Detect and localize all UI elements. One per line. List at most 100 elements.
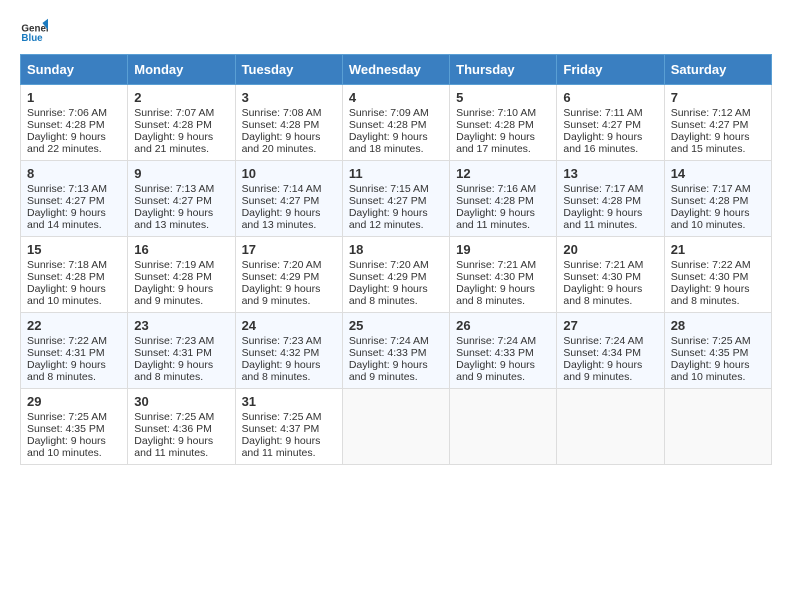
sunset-text: Sunset: 4:34 PM [563, 347, 657, 359]
calendar-cell: 11Sunrise: 7:15 AMSunset: 4:27 PMDayligh… [342, 161, 449, 237]
calendar-cell: 10Sunrise: 7:14 AMSunset: 4:27 PMDayligh… [235, 161, 342, 237]
calendar-cell: 25Sunrise: 7:24 AMSunset: 4:33 PMDayligh… [342, 313, 449, 389]
daylight-text: Daylight: 9 hours and 8 minutes. [349, 283, 443, 307]
day-number: 30 [134, 394, 228, 409]
day-number: 31 [242, 394, 336, 409]
svg-text:Blue: Blue [21, 33, 43, 44]
day-number: 16 [134, 242, 228, 257]
calendar-cell: 19Sunrise: 7:21 AMSunset: 4:30 PMDayligh… [450, 237, 557, 313]
col-header-saturday: Saturday [664, 55, 771, 85]
sunset-text: Sunset: 4:27 PM [671, 119, 765, 131]
day-number: 14 [671, 166, 765, 181]
sunrise-text: Sunrise: 7:24 AM [349, 335, 443, 347]
sunrise-text: Sunrise: 7:22 AM [671, 259, 765, 271]
col-header-monday: Monday [128, 55, 235, 85]
day-number: 22 [27, 318, 121, 333]
daylight-text: Daylight: 9 hours and 10 minutes. [27, 283, 121, 307]
calendar-cell: 29Sunrise: 7:25 AMSunset: 4:35 PMDayligh… [21, 389, 128, 465]
col-header-wednesday: Wednesday [342, 55, 449, 85]
calendar-cell [450, 389, 557, 465]
daylight-text: Daylight: 9 hours and 9 minutes. [563, 359, 657, 383]
daylight-text: Daylight: 9 hours and 8 minutes. [671, 283, 765, 307]
sunrise-text: Sunrise: 7:25 AM [27, 411, 121, 423]
sunset-text: Sunset: 4:27 PM [27, 195, 121, 207]
daylight-text: Daylight: 9 hours and 22 minutes. [27, 131, 121, 155]
col-header-sunday: Sunday [21, 55, 128, 85]
sunrise-text: Sunrise: 7:23 AM [242, 335, 336, 347]
calendar-cell: 2Sunrise: 7:07 AMSunset: 4:28 PMDaylight… [128, 85, 235, 161]
calendar-table: SundayMondayTuesdayWednesdayThursdayFrid… [20, 54, 772, 465]
daylight-text: Daylight: 9 hours and 9 minutes. [242, 283, 336, 307]
daylight-text: Daylight: 9 hours and 21 minutes. [134, 131, 228, 155]
daylight-text: Daylight: 9 hours and 12 minutes. [349, 207, 443, 231]
daylight-text: Daylight: 9 hours and 9 minutes. [349, 359, 443, 383]
calendar-cell [342, 389, 449, 465]
calendar-cell: 7Sunrise: 7:12 AMSunset: 4:27 PMDaylight… [664, 85, 771, 161]
daylight-text: Daylight: 9 hours and 8 minutes. [563, 283, 657, 307]
sunrise-text: Sunrise: 7:12 AM [671, 107, 765, 119]
sunset-text: Sunset: 4:27 PM [349, 195, 443, 207]
sunset-text: Sunset: 4:35 PM [671, 347, 765, 359]
daylight-text: Daylight: 9 hours and 11 minutes. [242, 435, 336, 459]
calendar-cell: 5Sunrise: 7:10 AMSunset: 4:28 PMDaylight… [450, 85, 557, 161]
daylight-text: Daylight: 9 hours and 20 minutes. [242, 131, 336, 155]
calendar-cell: 17Sunrise: 7:20 AMSunset: 4:29 PMDayligh… [235, 237, 342, 313]
sunrise-text: Sunrise: 7:23 AM [134, 335, 228, 347]
day-number: 2 [134, 90, 228, 105]
col-header-thursday: Thursday [450, 55, 557, 85]
daylight-text: Daylight: 9 hours and 10 minutes. [27, 435, 121, 459]
calendar-cell: 3Sunrise: 7:08 AMSunset: 4:28 PMDaylight… [235, 85, 342, 161]
calendar-cell: 18Sunrise: 7:20 AMSunset: 4:29 PMDayligh… [342, 237, 449, 313]
daylight-text: Daylight: 9 hours and 8 minutes. [242, 359, 336, 383]
sunset-text: Sunset: 4:30 PM [563, 271, 657, 283]
day-number: 9 [134, 166, 228, 181]
day-number: 4 [349, 90, 443, 105]
daylight-text: Daylight: 9 hours and 13 minutes. [242, 207, 336, 231]
sunrise-text: Sunrise: 7:16 AM [456, 183, 550, 195]
sunrise-text: Sunrise: 7:17 AM [671, 183, 765, 195]
daylight-text: Daylight: 9 hours and 11 minutes. [456, 207, 550, 231]
day-number: 18 [349, 242, 443, 257]
day-number: 15 [27, 242, 121, 257]
calendar-cell: 23Sunrise: 7:23 AMSunset: 4:31 PMDayligh… [128, 313, 235, 389]
calendar-cell: 8Sunrise: 7:13 AMSunset: 4:27 PMDaylight… [21, 161, 128, 237]
calendar-cell: 16Sunrise: 7:19 AMSunset: 4:28 PMDayligh… [128, 237, 235, 313]
day-number: 26 [456, 318, 550, 333]
sunrise-text: Sunrise: 7:22 AM [27, 335, 121, 347]
calendar-cell [664, 389, 771, 465]
daylight-text: Daylight: 9 hours and 9 minutes. [134, 283, 228, 307]
sunset-text: Sunset: 4:37 PM [242, 423, 336, 435]
sunrise-text: Sunrise: 7:25 AM [242, 411, 336, 423]
calendar-cell: 24Sunrise: 7:23 AMSunset: 4:32 PMDayligh… [235, 313, 342, 389]
sunset-text: Sunset: 4:27 PM [242, 195, 336, 207]
day-number: 23 [134, 318, 228, 333]
calendar-cell: 6Sunrise: 7:11 AMSunset: 4:27 PMDaylight… [557, 85, 664, 161]
sunrise-text: Sunrise: 7:15 AM [349, 183, 443, 195]
sunset-text: Sunset: 4:33 PM [349, 347, 443, 359]
calendar-cell: 28Sunrise: 7:25 AMSunset: 4:35 PMDayligh… [664, 313, 771, 389]
sunset-text: Sunset: 4:28 PM [134, 119, 228, 131]
daylight-text: Daylight: 9 hours and 8 minutes. [27, 359, 121, 383]
sunset-text: Sunset: 4:29 PM [349, 271, 443, 283]
sunset-text: Sunset: 4:27 PM [134, 195, 228, 207]
calendar-week-row: 22Sunrise: 7:22 AMSunset: 4:31 PMDayligh… [21, 313, 772, 389]
day-number: 13 [563, 166, 657, 181]
col-header-friday: Friday [557, 55, 664, 85]
sunrise-text: Sunrise: 7:11 AM [563, 107, 657, 119]
calendar-cell: 13Sunrise: 7:17 AMSunset: 4:28 PMDayligh… [557, 161, 664, 237]
daylight-text: Daylight: 9 hours and 10 minutes. [671, 359, 765, 383]
calendar-cell: 27Sunrise: 7:24 AMSunset: 4:34 PMDayligh… [557, 313, 664, 389]
sunrise-text: Sunrise: 7:21 AM [456, 259, 550, 271]
calendar-header-row: SundayMondayTuesdayWednesdayThursdayFrid… [21, 55, 772, 85]
calendar-cell: 22Sunrise: 7:22 AMSunset: 4:31 PMDayligh… [21, 313, 128, 389]
day-number: 10 [242, 166, 336, 181]
sunset-text: Sunset: 4:32 PM [242, 347, 336, 359]
calendar-cell: 12Sunrise: 7:16 AMSunset: 4:28 PMDayligh… [450, 161, 557, 237]
calendar-cell [557, 389, 664, 465]
sunset-text: Sunset: 4:28 PM [349, 119, 443, 131]
daylight-text: Daylight: 9 hours and 15 minutes. [671, 131, 765, 155]
sunrise-text: Sunrise: 7:21 AM [563, 259, 657, 271]
calendar-cell: 31 Sunrise: 7:25 AMSunset: 4:37 PMDayligh… [235, 389, 342, 465]
calendar-cell: 30Sunrise: 7:25 AMSunset: 4:36 PMDayligh… [128, 389, 235, 465]
day-number: 19 [456, 242, 550, 257]
